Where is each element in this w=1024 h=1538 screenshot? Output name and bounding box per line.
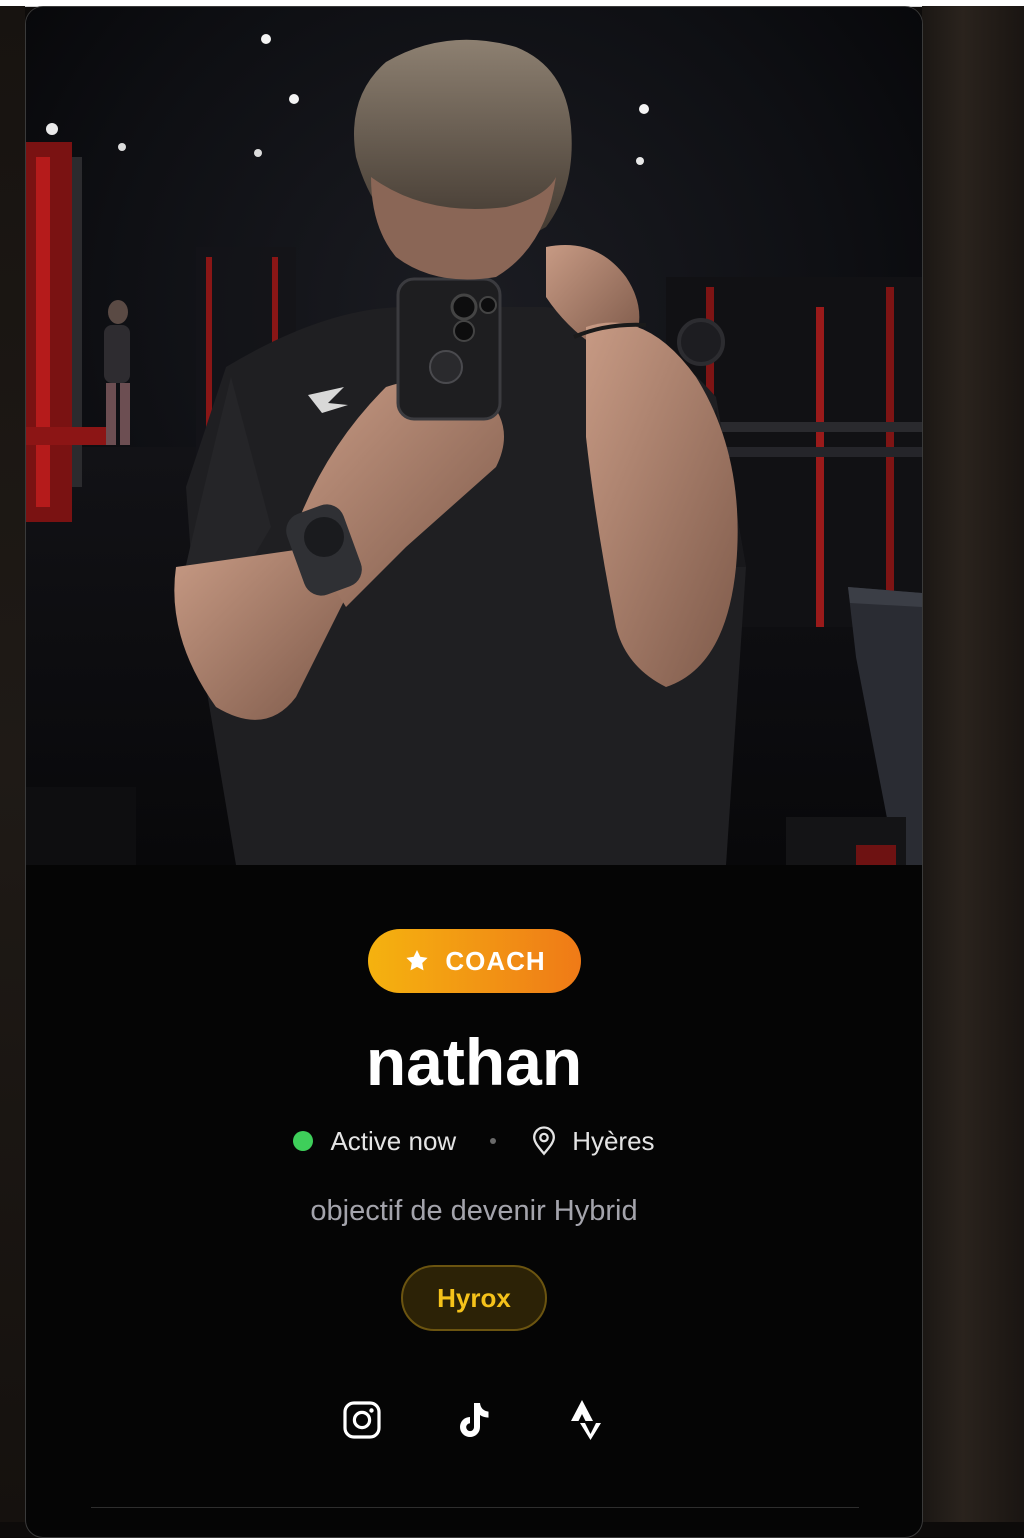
profile-name: nathan	[365, 1025, 583, 1099]
profile-bio: objectif de devenir Hybrid	[310, 1195, 638, 1227]
location-text: Hyères	[572, 1125, 655, 1156]
strava-link[interactable]	[563, 1397, 609, 1443]
profile-meta-row: Active now Hyères	[26, 1121, 922, 1161]
instagram-icon	[343, 1401, 381, 1439]
coach-badge: COACH	[368, 929, 581, 993]
section-divider	[91, 1507, 859, 1508]
tiktok-icon	[460, 1403, 489, 1437]
strava-icon	[571, 1400, 601, 1440]
online-status-dot	[293, 1131, 314, 1151]
instagram-link[interactable]	[339, 1397, 385, 1443]
star-icon	[406, 950, 428, 971]
gym-selfie-image	[26, 7, 922, 865]
social-links	[26, 1397, 922, 1443]
meta-separator	[490, 1138, 497, 1144]
tag-chip[interactable]: Hyrox	[401, 1265, 547, 1331]
status-text: Active now	[330, 1125, 457, 1156]
tiktok-link[interactable]	[451, 1397, 497, 1443]
profile-photo[interactable]	[26, 7, 922, 865]
profile-card: COACH nathan Active now Hyères objectif …	[25, 6, 923, 1538]
badge-label: COACH	[445, 945, 546, 976]
backdrop-left	[0, 6, 25, 1522]
backdrop-right	[922, 6, 1024, 1522]
location-pin-icon	[533, 1126, 556, 1156]
